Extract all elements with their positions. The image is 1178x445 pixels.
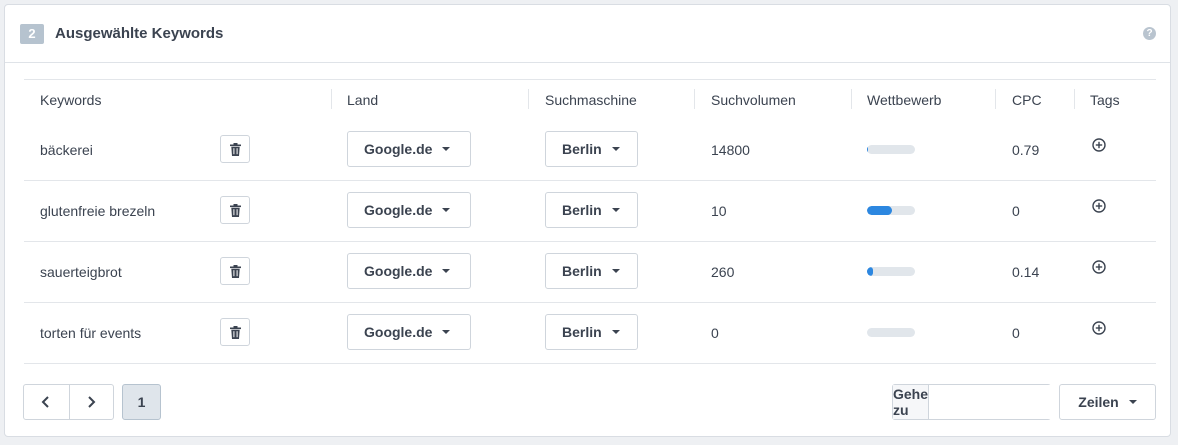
land-value: Google.de bbox=[364, 324, 433, 340]
caret-down-icon bbox=[611, 269, 620, 273]
cpc-value: 0 bbox=[1012, 325, 1020, 341]
rows-label: Zeilen bbox=[1078, 394, 1119, 410]
column-header-keywords: Keywords bbox=[40, 92, 102, 108]
caret-down-icon bbox=[442, 330, 451, 334]
add-tag-icon[interactable] bbox=[1092, 138, 1106, 152]
keyword-text: sauerteigbrot bbox=[40, 264, 122, 280]
delete-keyword-button[interactable] bbox=[220, 257, 250, 285]
suchmaschine-dropdown[interactable]: Berlin bbox=[545, 131, 638, 167]
wettbewerb-bar bbox=[867, 328, 915, 337]
suchmaschine-dropdown[interactable]: Berlin bbox=[545, 192, 638, 228]
caret-down-icon bbox=[442, 147, 451, 151]
wettbewerb-bar bbox=[867, 206, 915, 215]
land-value: Google.de bbox=[364, 141, 433, 157]
add-tag-icon[interactable] bbox=[1092, 199, 1106, 213]
suchmaschine-dropdown[interactable]: Berlin bbox=[545, 314, 638, 350]
pagination-arrows bbox=[23, 384, 114, 420]
suchmaschine-value: Berlin bbox=[562, 324, 602, 340]
column-header-wettbewerb: Wettbewerb bbox=[867, 92, 942, 108]
keyword-text: bäckerei bbox=[40, 142, 93, 158]
wettbewerb-bar-fill bbox=[867, 145, 868, 154]
cpc-value: 0.14 bbox=[1012, 264, 1040, 280]
column-divider bbox=[331, 89, 332, 109]
trash-icon bbox=[229, 142, 241, 156]
add-tag-icon[interactable] bbox=[1092, 321, 1106, 335]
delete-keyword-button[interactable] bbox=[220, 196, 250, 224]
panel-title: Ausgewählte Keywords bbox=[55, 25, 224, 42]
trash-icon bbox=[229, 203, 241, 217]
step-badge: 2 bbox=[20, 24, 44, 44]
delete-keyword-button[interactable] bbox=[220, 318, 250, 346]
keyword-text: torten für events bbox=[40, 325, 142, 341]
wettbewerb-bar bbox=[867, 145, 915, 154]
table-row: glutenfreie brezeln Google.de Berlin 10 … bbox=[24, 181, 1156, 242]
caret-down-icon bbox=[611, 147, 620, 151]
column-header-cpc: CPC bbox=[1012, 92, 1042, 108]
prev-page-button[interactable] bbox=[24, 385, 69, 419]
column-divider bbox=[851, 89, 852, 109]
question-circle-icon[interactable]: ? bbox=[1143, 27, 1156, 40]
keywords-table: Keywords Land Suchmaschine Suchvolumen W… bbox=[24, 79, 1156, 364]
table-row: bäckerei Google.de Berlin 14800 0.79 bbox=[24, 120, 1156, 181]
trash-icon bbox=[229, 325, 241, 339]
caret-down-icon bbox=[442, 208, 451, 212]
trash-icon bbox=[229, 264, 241, 278]
land-dropdown[interactable]: Google.de bbox=[347, 253, 471, 289]
rows-per-page-dropdown[interactable]: Zeilen bbox=[1059, 384, 1156, 420]
land-dropdown[interactable]: Google.de bbox=[347, 192, 471, 228]
keyword-text: glutenfreie brezeln bbox=[40, 203, 156, 219]
caret-down-icon bbox=[611, 208, 620, 212]
wettbewerb-bar-fill bbox=[867, 267, 873, 276]
page-1-button[interactable]: 1 bbox=[122, 384, 161, 420]
chevron-left-icon bbox=[41, 396, 49, 408]
delete-keyword-button[interactable] bbox=[220, 135, 250, 163]
caret-down-icon bbox=[1128, 400, 1137, 404]
column-header-suchvolumen: Suchvolumen bbox=[711, 92, 796, 108]
suchmaschine-value: Berlin bbox=[562, 202, 602, 218]
suchvolumen-value: 0 bbox=[711, 325, 719, 341]
keywords-panel: 2 Ausgewählte Keywords ? Keywords Land S… bbox=[4, 4, 1171, 437]
wettbewerb-bar bbox=[867, 267, 915, 276]
column-divider bbox=[1074, 89, 1075, 109]
add-tag-icon[interactable] bbox=[1092, 260, 1106, 274]
caret-down-icon bbox=[442, 269, 451, 273]
cpc-value: 0 bbox=[1012, 203, 1020, 219]
table-row: sauerteigbrot Google.de Berlin 260 0.14 bbox=[24, 242, 1156, 303]
column-divider bbox=[528, 89, 529, 109]
land-dropdown[interactable]: Google.de bbox=[347, 131, 471, 167]
column-header-suchmaschine: Suchmaschine bbox=[545, 92, 637, 108]
suchmaschine-dropdown[interactable]: Berlin bbox=[545, 253, 638, 289]
table-header: Keywords Land Suchmaschine Suchvolumen W… bbox=[24, 80, 1156, 120]
caret-down-icon bbox=[611, 330, 620, 334]
suchvolumen-value: 14800 bbox=[711, 142, 750, 158]
land-value: Google.de bbox=[364, 202, 433, 218]
next-page-button[interactable] bbox=[68, 385, 114, 419]
goto-label: Gehe zu bbox=[893, 385, 930, 419]
column-divider bbox=[694, 89, 695, 109]
suchvolumen-value: 10 bbox=[711, 203, 727, 219]
column-header-land: Land bbox=[347, 92, 379, 108]
suchmaschine-value: Berlin bbox=[562, 141, 602, 157]
goto-page-group: Gehe zu bbox=[892, 384, 1127, 420]
suchmaschine-value: Berlin bbox=[562, 263, 602, 279]
column-header-tags: Tags bbox=[1090, 92, 1120, 108]
land-value: Google.de bbox=[364, 263, 433, 279]
table-row: torten für events Google.de Berlin 0 0 bbox=[24, 303, 1156, 364]
wettbewerb-bar-fill bbox=[867, 206, 892, 215]
land-dropdown[interactable]: Google.de bbox=[347, 314, 471, 350]
panel-header: 2 Ausgewählte Keywords ? bbox=[5, 5, 1170, 63]
cpc-value: 0.79 bbox=[1012, 142, 1040, 158]
suchvolumen-value: 260 bbox=[711, 264, 735, 280]
chevron-right-icon bbox=[88, 396, 96, 408]
column-divider bbox=[995, 89, 996, 109]
